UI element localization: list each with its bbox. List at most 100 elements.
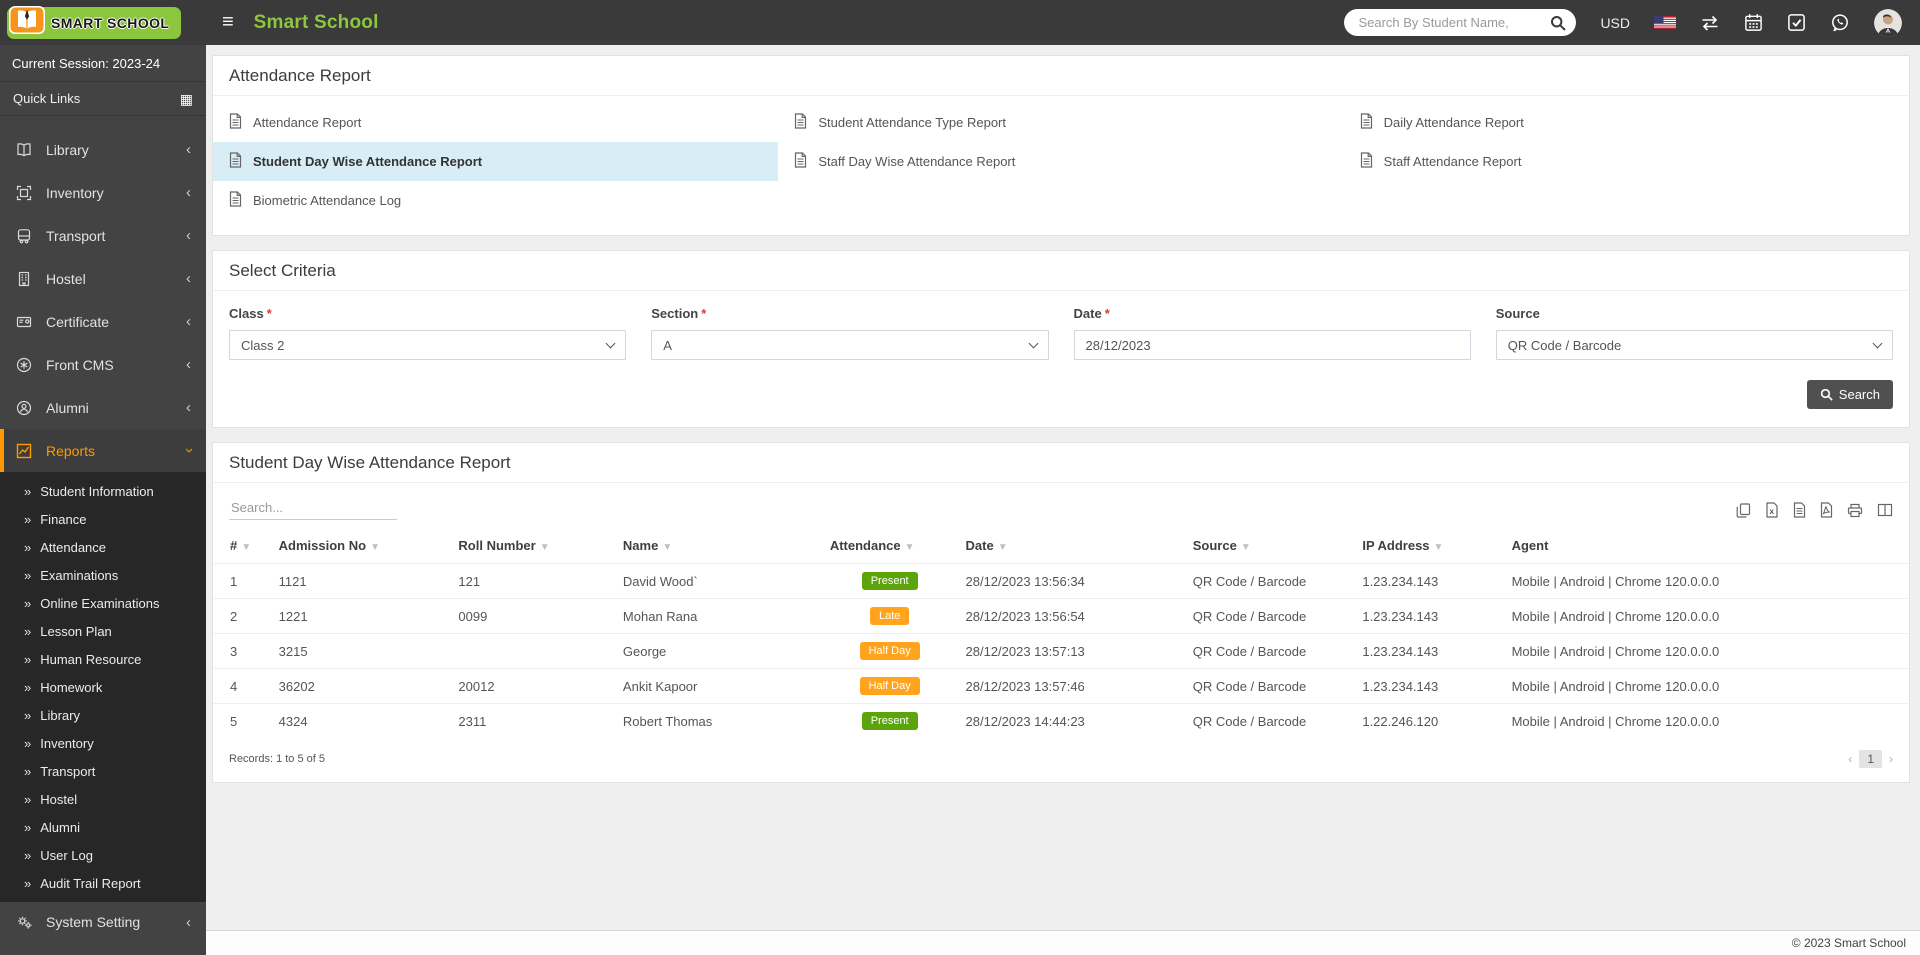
- submenu-item-alumni[interactable]: » Alumni: [0, 813, 206, 841]
- search-button[interactable]: Search: [1806, 380, 1893, 409]
- document-icon: [229, 113, 242, 132]
- column-header-source[interactable]: Source ▼: [1185, 528, 1355, 564]
- swap-arrows-icon[interactable]: [1700, 14, 1720, 32]
- submenu-item-library[interactable]: » Library: [0, 701, 206, 729]
- source-select[interactable]: QR Code / Barcode: [1495, 330, 1893, 360]
- table-cell: 0099: [450, 598, 615, 634]
- columns-export-icon[interactable]: [1877, 503, 1893, 517]
- date-input[interactable]: 28/12/2023: [1073, 330, 1471, 360]
- excel-export-icon[interactable]: x: [1765, 502, 1779, 518]
- column-header-name[interactable]: Name ▼: [615, 528, 822, 564]
- print-export-icon[interactable]: [1847, 503, 1863, 518]
- submenu-item-inventory[interactable]: » Inventory: [0, 729, 206, 757]
- submenu-item-finance[interactable]: » Finance: [0, 505, 206, 533]
- column-header-date[interactable]: Date ▼: [958, 528, 1185, 564]
- sidebar-item-reports[interactable]: Reports ‹: [0, 429, 206, 472]
- criteria-actions: Search: [229, 360, 1893, 423]
- submenu-item-label: Human Resource: [40, 651, 142, 667]
- document-icon: [1360, 113, 1373, 132]
- document-icon: [229, 152, 242, 171]
- search-icon[interactable]: [1550, 15, 1567, 31]
- double-chevron-icon: »: [24, 763, 32, 779]
- sidebar-item-alumni[interactable]: Alumni ‹: [0, 386, 206, 429]
- report-link-student-day-wise-attendance-report[interactable]: Student Day Wise Attendance Report: [213, 142, 779, 181]
- language-flag-icon[interactable]: [1654, 16, 1676, 29]
- document-icon: [794, 113, 807, 132]
- sidebar-item-certificate[interactable]: Certificate ‹: [0, 300, 206, 343]
- table-cell: 1.22.246.120: [1354, 703, 1504, 738]
- sidebar-item-label: Alumni: [46, 399, 89, 416]
- table-cell: 20012: [450, 668, 615, 704]
- pagination-prev[interactable]: ‹: [1848, 752, 1852, 766]
- whatsapp-icon[interactable]: [1830, 13, 1850, 33]
- table-row: 3 3215 George Half Day 28/12/2023 13:57:13 QR…: [213, 633, 1909, 669]
- smart-school-app: SMART SCHOOL ≡ Smart School USD Current …: [0, 0, 1920, 955]
- submenu-item-user-log[interactable]: » User Log: [0, 841, 206, 869]
- report-link-staff-attendance-report[interactable]: Staff Attendance Report: [1344, 142, 1909, 181]
- column-header-ip-address[interactable]: IP Address ▼: [1354, 528, 1503, 564]
- column-header--[interactable]: # ▼: [213, 528, 271, 564]
- column-label: IP Address: [1362, 538, 1430, 553]
- sidebar-item-front-cms[interactable]: Front CMS ‹: [0, 343, 206, 386]
- sidebar-item-inventory[interactable]: Inventory ‹: [0, 171, 206, 214]
- chevron-left-icon: ‹: [186, 913, 191, 931]
- sidebar-item-transport[interactable]: Transport ‹: [0, 214, 206, 257]
- submenu-item-student-information[interactable]: » Student Information: [0, 477, 206, 505]
- submenu-item-hostel[interactable]: » Hostel: [0, 785, 206, 813]
- submenu-item-audit-trail-report[interactable]: » Audit Trail Report: [0, 869, 206, 897]
- field-value: Class 2: [241, 337, 285, 353]
- column-header-admission-no[interactable]: Admission No ▼: [271, 528, 451, 564]
- report-link-staff-day-wise-attendance-report[interactable]: Staff Day Wise Attendance Report: [778, 142, 1343, 181]
- section-select[interactable]: A: [651, 330, 1049, 360]
- report-link-label: Staff Day Wise Attendance Report: [818, 154, 1016, 169]
- global-search-input[interactable]: [1358, 15, 1551, 30]
- submenu-item-lesson-plan[interactable]: » Lesson Plan: [0, 617, 206, 645]
- class-select[interactable]: Class 2: [229, 330, 627, 360]
- quick-links-grid-icon[interactable]: ▦: [180, 92, 193, 106]
- double-chevron-icon: »: [24, 735, 32, 751]
- submenu-item-label: Student Information: [40, 483, 154, 499]
- pagination-current-page[interactable]: 1: [1859, 750, 1882, 768]
- alumni-icon: [15, 400, 33, 416]
- sidebar-toggle-icon[interactable]: ≡: [222, 11, 234, 34]
- submenu-item-human-resource[interactable]: » Human Resource: [0, 645, 206, 673]
- column-label: #: [230, 538, 238, 553]
- pagination-next[interactable]: ›: [1889, 752, 1893, 766]
- sidebar-item-library[interactable]: Library ‹: [0, 128, 206, 171]
- report-link-attendance-report[interactable]: Attendance Report: [213, 103, 778, 142]
- table-cell: 3215: [270, 633, 451, 669]
- submenu-item-transport[interactable]: » Transport: [0, 757, 206, 785]
- pdf-export-icon[interactable]: [1820, 502, 1833, 518]
- table-cell: 2: [213, 598, 271, 634]
- column-header-attendance[interactable]: Attendance ▼: [822, 528, 958, 564]
- table-cell: Mobile | Android | Chrome 120.0.0.0: [1503, 598, 1909, 634]
- report-link-biometric-attendance-log[interactable]: Biometric Attendance Log: [213, 181, 778, 220]
- table-cell: 3: [213, 633, 271, 669]
- user-avatar[interactable]: [1874, 8, 1902, 37]
- smart-school-logo[interactable]: SMART SCHOOL: [7, 6, 182, 39]
- task-check-icon[interactable]: [1787, 13, 1806, 32]
- double-chevron-icon: »: [24, 651, 32, 667]
- submenu-item-label: Examinations: [40, 567, 119, 583]
- csv-export-icon[interactable]: [1793, 502, 1806, 518]
- criteria-fields: Class * Class 2 Section * A Date * 28/12/2023 Sou…: [229, 306, 1893, 360]
- table-toolbar: x: [213, 483, 1909, 524]
- copy-export-icon[interactable]: [1736, 502, 1751, 518]
- submenu-item-online-examinations[interactable]: » Online Examinations: [0, 589, 206, 617]
- report-link-daily-attendance-report[interactable]: Daily Attendance Report: [1344, 103, 1909, 142]
- submenu-item-attendance[interactable]: » Attendance: [0, 533, 206, 561]
- attendance-cell: Half Day: [821, 668, 958, 704]
- table-cell: Mobile | Android | Chrome 120.0.0.0: [1503, 633, 1909, 669]
- submenu-item-examinations[interactable]: » Examinations: [0, 561, 206, 589]
- attendance-status-badge: Half Day: [859, 642, 920, 660]
- report-link-student-attendance-type-report[interactable]: Student Attendance Type Report: [778, 103, 1343, 142]
- sidebar-item-hostel[interactable]: Hostel ‹: [0, 257, 206, 300]
- column-header-roll-number[interactable]: Roll Number ▼: [450, 528, 615, 564]
- currency-selector[interactable]: USD: [1600, 15, 1630, 31]
- submenu-item-homework[interactable]: » Homework: [0, 673, 206, 701]
- table-search-input[interactable]: [229, 496, 397, 520]
- table-cell: 28/12/2023 14:44:23: [957, 703, 1185, 738]
- table-cell: George: [614, 633, 822, 669]
- calendar-icon[interactable]: [1744, 13, 1763, 32]
- sidebar-item-system-setting[interactable]: System Setting ‹: [0, 902, 206, 942]
